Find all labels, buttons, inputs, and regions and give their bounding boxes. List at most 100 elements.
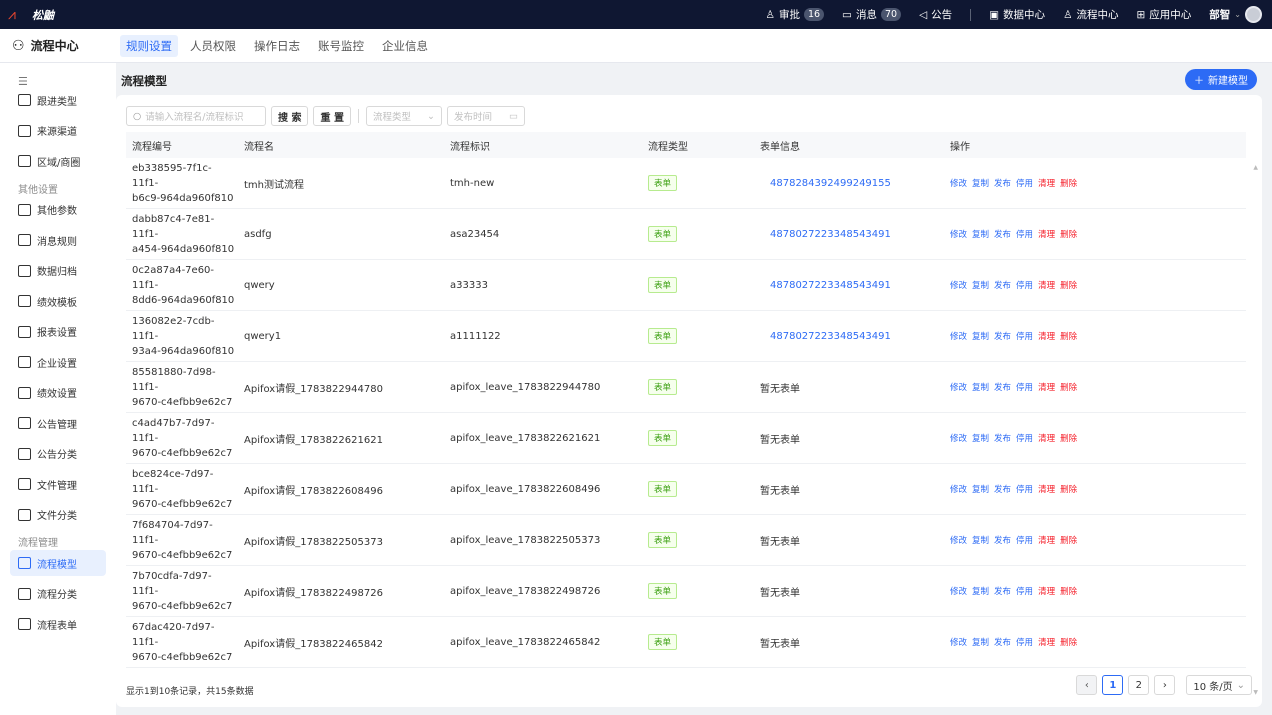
action-3-link[interactable]: 停用 — [1016, 534, 1033, 546]
action-5-link[interactable]: 删除 — [1060, 381, 1077, 393]
action-5-link[interactable]: 删除 — [1060, 483, 1077, 495]
tab-4[interactable]: 企业信息 — [376, 35, 434, 57]
sidebar-item-top-1[interactable]: 来源渠道 — [10, 118, 106, 144]
action-0-link[interactable]: 修改 — [950, 279, 967, 291]
flow-center-button[interactable]: ♙ 流程中心 — [1063, 7, 1118, 22]
action-4-link[interactable]: 清理 — [1038, 585, 1055, 597]
page-2-button[interactable]: 2 — [1128, 675, 1150, 695]
action-0-link[interactable]: 修改 — [950, 432, 967, 444]
action-1-link[interactable]: 复制 — [972, 330, 989, 342]
reset-button[interactable]: 重 置 — [313, 106, 351, 126]
action-5-link[interactable]: 删除 — [1060, 330, 1077, 342]
sidebar-item-other-5[interactable]: 企业设置 — [10, 349, 106, 375]
approve-button[interactable]: ♙ 审批 16 — [766, 7, 825, 22]
action-2-link[interactable]: 发布 — [994, 177, 1011, 189]
user-menu[interactable]: 部智 ⌄ — [1209, 6, 1262, 23]
action-5-link[interactable]: 删除 — [1060, 279, 1077, 291]
sidebar-item-flow-1[interactable]: 流程分类 — [10, 581, 106, 607]
search-button[interactable]: 搜 索 — [271, 106, 309, 126]
action-0-link[interactable]: 修改 — [950, 381, 967, 393]
sidebar-item-other-3[interactable]: 绩效模板 — [10, 288, 106, 314]
action-3-link[interactable]: 停用 — [1016, 279, 1033, 291]
tab-3[interactable]: 账号监控 — [312, 35, 370, 57]
tab-0[interactable]: 规则设置 — [120, 34, 178, 57]
form-id-link[interactable]: 4878027223348543491 — [770, 331, 891, 342]
action-4-link[interactable]: 清理 — [1038, 279, 1055, 291]
sidebar-item-other-10[interactable]: 文件分类 — [10, 502, 106, 528]
action-1-link[interactable]: 复制 — [972, 381, 989, 393]
action-5-link[interactable]: 删除 — [1060, 228, 1077, 240]
action-4-link[interactable]: 清理 — [1038, 228, 1055, 240]
action-3-link[interactable]: 停用 — [1016, 636, 1033, 648]
action-2-link[interactable]: 发布 — [994, 330, 1011, 342]
action-4-link[interactable]: 清理 — [1038, 483, 1055, 495]
action-3-link[interactable]: 停用 — [1016, 177, 1033, 189]
action-1-link[interactable]: 复制 — [972, 432, 989, 444]
action-4-link[interactable]: 清理 — [1038, 177, 1055, 189]
action-5-link[interactable]: 删除 — [1060, 636, 1077, 648]
publish-time-picker[interactable]: 发布时间 ▭ — [446, 106, 525, 126]
message-button[interactable]: ▭ 消息 70 — [842, 7, 902, 22]
action-0-link[interactable]: 修改 — [950, 330, 967, 342]
sidebar-item-other-4[interactable]: 报表设置 — [10, 319, 106, 345]
action-1-link[interactable]: 复制 — [972, 228, 989, 240]
next-page-button[interactable]: › — [1154, 675, 1176, 695]
action-1-link[interactable]: 复制 — [972, 177, 989, 189]
action-5-link[interactable]: 删除 — [1060, 585, 1077, 597]
action-3-link[interactable]: 停用 — [1016, 330, 1033, 342]
action-2-link[interactable]: 发布 — [994, 228, 1011, 240]
sidebar-item-flow-0[interactable]: 流程模型 — [10, 550, 106, 576]
action-4-link[interactable]: 清理 — [1038, 534, 1055, 546]
action-2-link[interactable]: 发布 — [994, 279, 1011, 291]
action-2-link[interactable]: 发布 — [994, 534, 1011, 546]
form-id-link[interactable]: 4878027223348543491 — [770, 229, 891, 240]
action-2-link[interactable]: 发布 — [994, 585, 1011, 597]
action-4-link[interactable]: 清理 — [1038, 432, 1055, 444]
sidebar-item-other-6[interactable]: 绩效设置 — [10, 380, 106, 406]
avatar[interactable] — [1245, 6, 1262, 23]
sidebar-item-other-1[interactable]: 消息规则 — [10, 227, 106, 253]
action-4-link[interactable]: 清理 — [1038, 381, 1055, 393]
sidebar-item-flow-2[interactable]: 流程表单 — [10, 611, 106, 637]
sidebar-item-other-2[interactable]: 数据归档 — [10, 258, 106, 284]
action-0-link[interactable]: 修改 — [950, 636, 967, 648]
type-select[interactable]: 流程类型 ⌄ — [365, 106, 442, 126]
sidebar-item-other-7[interactable]: 公告管理 — [10, 410, 106, 436]
action-0-link[interactable]: 修改 — [950, 585, 967, 597]
action-0-link[interactable]: 修改 — [950, 534, 967, 546]
form-id-link[interactable]: 4878027223348543491 — [770, 280, 891, 291]
new-model-button[interactable]: ＋ 新建模型 — [1185, 69, 1257, 90]
form-id-link[interactable]: 4878284392499249155 — [770, 178, 891, 189]
action-3-link[interactable]: 停用 — [1016, 432, 1033, 444]
action-2-link[interactable]: 发布 — [994, 381, 1011, 393]
action-3-link[interactable]: 停用 — [1016, 483, 1033, 495]
brand-logo[interactable]: ⩘ 松鼬 — [8, 7, 54, 23]
app-center-button[interactable]: ⊞ 应用中心 — [1136, 7, 1191, 22]
action-5-link[interactable]: 删除 — [1060, 177, 1077, 189]
action-3-link[interactable]: 停用 — [1016, 381, 1033, 393]
action-3-link[interactable]: 停用 — [1016, 585, 1033, 597]
tab-2[interactable]: 操作日志 — [248, 35, 306, 57]
notice-button[interactable]: ◁ 公告 — [919, 7, 952, 22]
action-4-link[interactable]: 清理 — [1038, 636, 1055, 648]
sidebar-item-other-0[interactable]: 其他参数 — [10, 197, 106, 223]
sidebar-item-other-8[interactable]: 公告分类 — [10, 441, 106, 467]
prev-page-button[interactable]: ‹ — [1076, 675, 1098, 695]
action-2-link[interactable]: 发布 — [994, 636, 1011, 648]
sidebar-item-top-2[interactable]: 区域/商圈 — [10, 148, 106, 174]
action-0-link[interactable]: 修改 — [950, 177, 967, 189]
action-2-link[interactable]: 发布 — [994, 432, 1011, 444]
page-size-select[interactable]: 10 条/页 ⌄ — [1186, 675, 1252, 695]
tab-1[interactable]: 人员权限 — [184, 35, 242, 57]
sidebar-item-top-0[interactable]: 跟进类型 — [10, 87, 106, 113]
scroll-down-icon[interactable]: ▼ — [1253, 689, 1258, 696]
action-2-link[interactable]: 发布 — [994, 483, 1011, 495]
search-input[interactable]: ○ 请输入流程名/流程标识 — [126, 106, 266, 126]
action-1-link[interactable]: 复制 — [972, 534, 989, 546]
action-1-link[interactable]: 复制 — [972, 483, 989, 495]
action-5-link[interactable]: 删除 — [1060, 534, 1077, 546]
action-3-link[interactable]: 停用 — [1016, 228, 1033, 240]
data-center-button[interactable]: ▣ 数据中心 — [989, 7, 1045, 22]
action-4-link[interactable]: 清理 — [1038, 330, 1055, 342]
action-1-link[interactable]: 复制 — [972, 636, 989, 648]
